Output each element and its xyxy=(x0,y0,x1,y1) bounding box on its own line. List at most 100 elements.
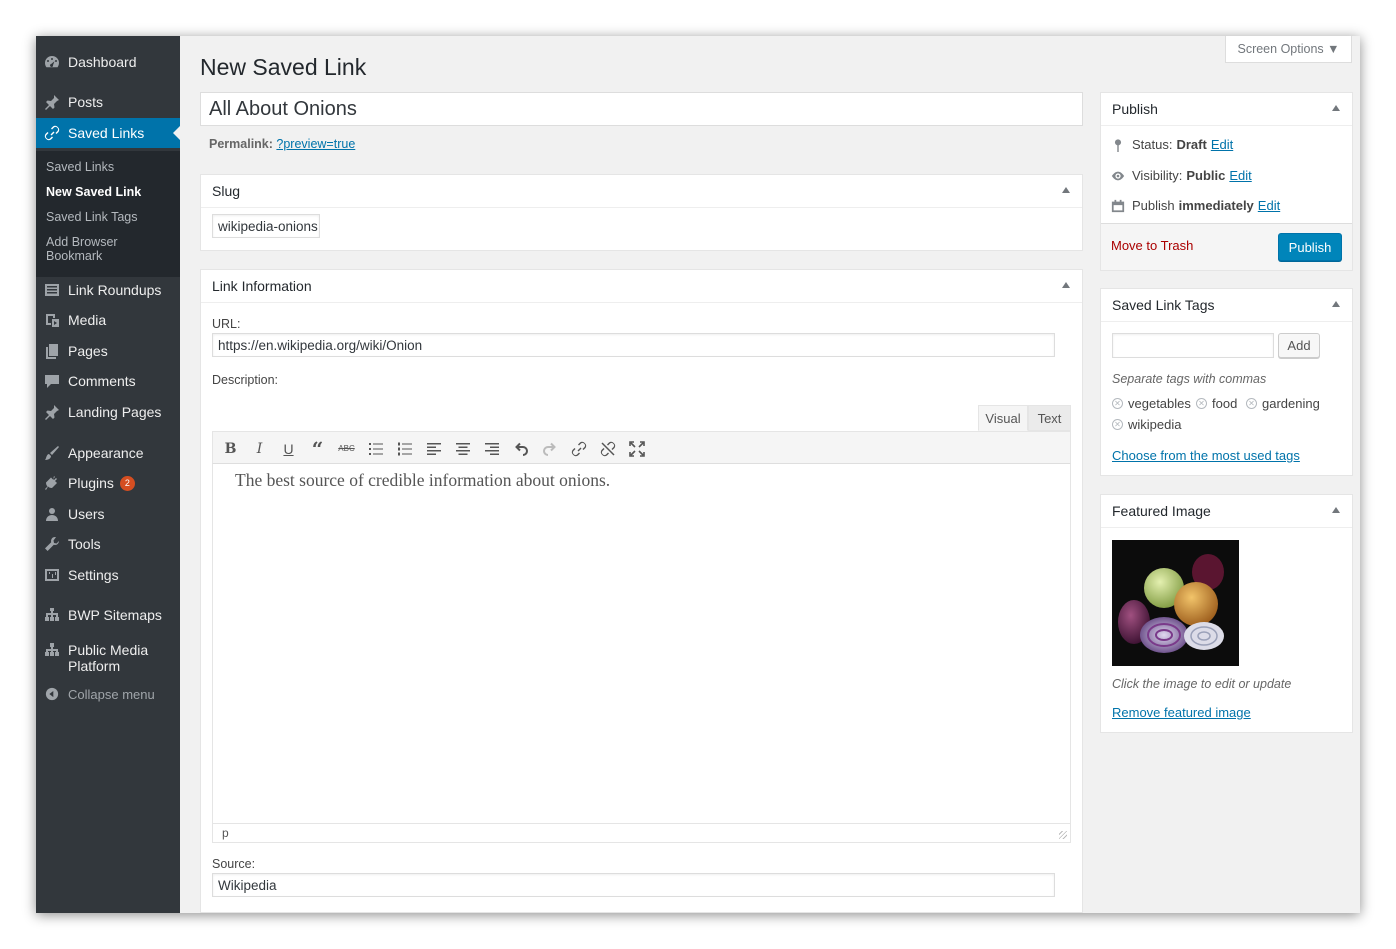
sidebar-item-label: Posts xyxy=(68,94,104,110)
tag-label: wikipedia xyxy=(1128,417,1182,432)
sidebar-item-label: Settings xyxy=(68,567,119,583)
add-tag-button[interactable]: Add xyxy=(1278,333,1320,358)
submenu-item-add-browser-bookmark[interactable]: Add Browser Bookmark xyxy=(46,235,136,263)
sidebar-item-appearance[interactable]: Appearance xyxy=(36,438,180,468)
strikethrough-button[interactable]: ABC xyxy=(332,432,361,465)
align-right-button[interactable] xyxy=(477,432,506,465)
tag-label: gardening xyxy=(1262,396,1320,411)
remove-tag-icon[interactable]: ✕ xyxy=(1112,419,1123,430)
sidebar-item-label: Comments xyxy=(68,373,136,389)
sidebar-item-label: Dashboard xyxy=(68,54,137,70)
blockquote-button[interactable]: “ xyxy=(303,432,332,465)
sidebar-item-label: BWP Sitemaps xyxy=(68,607,162,623)
fullscreen-button[interactable] xyxy=(622,432,651,465)
dashboard-icon xyxy=(36,54,68,70)
choose-most-used-tags-link[interactable]: Choose from the most used tags xyxy=(1112,448,1300,463)
element-path[interactable]: p xyxy=(222,826,229,840)
link-information-metabox: Link Information URL: https://en.wikiped… xyxy=(200,269,1083,913)
remove-tag-icon[interactable]: ✕ xyxy=(1196,398,1207,409)
sidebar-item-public-media-platform[interactable]: Public Media Platform xyxy=(36,639,180,677)
resize-handle-icon[interactable] xyxy=(1059,831,1067,839)
visibility-row: Visibility: Public Edit xyxy=(1111,168,1252,183)
sidebar-item-saved-links[interactable]: Saved Links xyxy=(36,118,180,148)
link-information-header[interactable]: Link Information xyxy=(201,270,1082,303)
sidebar-item-link-roundups[interactable]: Link Roundups xyxy=(36,275,180,305)
sidebar-item-plugins[interactable]: Plugins 2 xyxy=(36,468,180,498)
sidebar-item-landing-pages[interactable]: Landing Pages xyxy=(36,397,180,427)
sidebar-item-label: Media xyxy=(68,312,107,328)
screen-options-button[interactable]: Screen Options ▼ xyxy=(1225,36,1352,63)
insert-link-button[interactable] xyxy=(564,432,593,465)
edit-visibility-link[interactable]: Edit xyxy=(1229,168,1251,183)
bullet-list-button[interactable] xyxy=(361,432,390,465)
submenu-item-new-saved-link[interactable]: New Saved Link xyxy=(46,185,141,199)
undo-button[interactable] xyxy=(506,432,535,465)
sidebar-item-bwp-sitemaps[interactable]: BWP Sitemaps xyxy=(36,600,180,630)
editor-content-area[interactable]: The best source of credible information … xyxy=(212,464,1071,823)
sidebar-item-users[interactable]: Users xyxy=(36,499,180,529)
edit-status-link[interactable]: Edit xyxy=(1211,137,1233,152)
collapse-toggle-icon[interactable] xyxy=(1062,187,1070,193)
saved-links-submenu: Saved Links New Saved Link Saved Link Ta… xyxy=(36,151,180,277)
tag-item: ✕ wikipedia xyxy=(1112,417,1181,432)
publish-button[interactable]: Publish xyxy=(1278,233,1342,261)
users-icon xyxy=(36,506,68,522)
slug-metabox: Slug wikipedia-onions xyxy=(200,174,1083,251)
numbered-list-button[interactable] xyxy=(390,432,419,465)
pin-icon xyxy=(36,94,68,110)
align-left-button[interactable] xyxy=(419,432,448,465)
sitemap-icon xyxy=(36,607,68,623)
slug-input[interactable]: wikipedia-onions xyxy=(212,214,320,238)
publish-value: immediately xyxy=(1178,198,1254,213)
italic-button[interactable]: I xyxy=(245,432,274,465)
editor-text: The best source of credible information … xyxy=(235,470,611,490)
collapse-toggle-icon[interactable] xyxy=(1332,105,1340,111)
sidebar-item-pages[interactable]: Pages xyxy=(36,336,180,366)
publish-label: Publish xyxy=(1132,198,1175,213)
bold-button[interactable]: B xyxy=(216,432,245,465)
tab-text[interactable]: Text xyxy=(1028,405,1071,431)
source-label: Source: xyxy=(212,857,256,871)
collapse-toggle-icon[interactable] xyxy=(1332,301,1340,307)
sidebar-item-media[interactable]: Media xyxy=(36,305,180,335)
slug-metabox-header[interactable]: Slug xyxy=(201,175,1082,208)
paintbrush-icon xyxy=(36,445,68,461)
remove-link-button[interactable] xyxy=(593,432,622,465)
source-input[interactable]: Wikipedia xyxy=(212,873,1055,897)
remove-tag-icon[interactable]: ✕ xyxy=(1246,398,1257,409)
admin-sidebar: Dashboard Posts Saved Links Saved Links … xyxy=(36,36,180,913)
sidebar-item-label: Users xyxy=(68,506,105,522)
post-title-input[interactable]: All About Onions xyxy=(200,92,1083,126)
submenu-item-saved-links[interactable]: Saved Links xyxy=(46,160,114,174)
sidebar-item-tools[interactable]: Tools xyxy=(36,529,180,559)
align-center-button[interactable] xyxy=(448,432,477,465)
featured-image-thumbnail[interactable] xyxy=(1112,540,1239,666)
move-to-trash-link[interactable]: Move to Trash xyxy=(1111,238,1193,253)
settings-icon xyxy=(36,567,68,583)
publish-metabox-header[interactable]: Publish xyxy=(1101,93,1352,126)
sidebar-item-settings[interactable]: Settings xyxy=(36,560,180,590)
collapse-toggle-icon[interactable] xyxy=(1062,282,1070,288)
tab-visual[interactable]: Visual xyxy=(978,405,1028,431)
description-label: Description: xyxy=(212,373,278,387)
comments-icon xyxy=(36,373,68,389)
onions-image xyxy=(1112,540,1239,666)
sidebar-item-posts[interactable]: Posts xyxy=(36,87,180,117)
submenu-item-saved-link-tags[interactable]: Saved Link Tags xyxy=(46,210,138,224)
new-tag-input[interactable] xyxy=(1112,333,1274,358)
remove-featured-image-link[interactable]: Remove featured image xyxy=(1112,705,1251,720)
featured-image-header[interactable]: Featured Image xyxy=(1101,495,1352,528)
permalink-preview-link[interactable]: ?preview=true xyxy=(276,137,355,151)
remove-tag-icon[interactable]: ✕ xyxy=(1112,398,1123,409)
url-input[interactable]: https://en.wikipedia.org/wiki/Onion xyxy=(212,333,1055,357)
sidebar-item-comments[interactable]: Comments xyxy=(36,366,180,396)
collapse-toggle-icon[interactable] xyxy=(1332,507,1340,513)
sidebar-item-dashboard[interactable]: Dashboard xyxy=(36,47,180,77)
sidebar-item-label: Public Media Platform xyxy=(68,642,149,674)
tags-metabox-header[interactable]: Saved Link Tags xyxy=(1101,289,1352,322)
underline-button[interactable]: U xyxy=(274,432,303,465)
collapse-menu-button[interactable]: Collapse menu xyxy=(36,682,180,706)
wordpress-admin-window: Dashboard Posts Saved Links Saved Links … xyxy=(36,36,1360,913)
edit-date-link[interactable]: Edit xyxy=(1258,198,1280,213)
redo-button[interactable] xyxy=(535,432,564,465)
